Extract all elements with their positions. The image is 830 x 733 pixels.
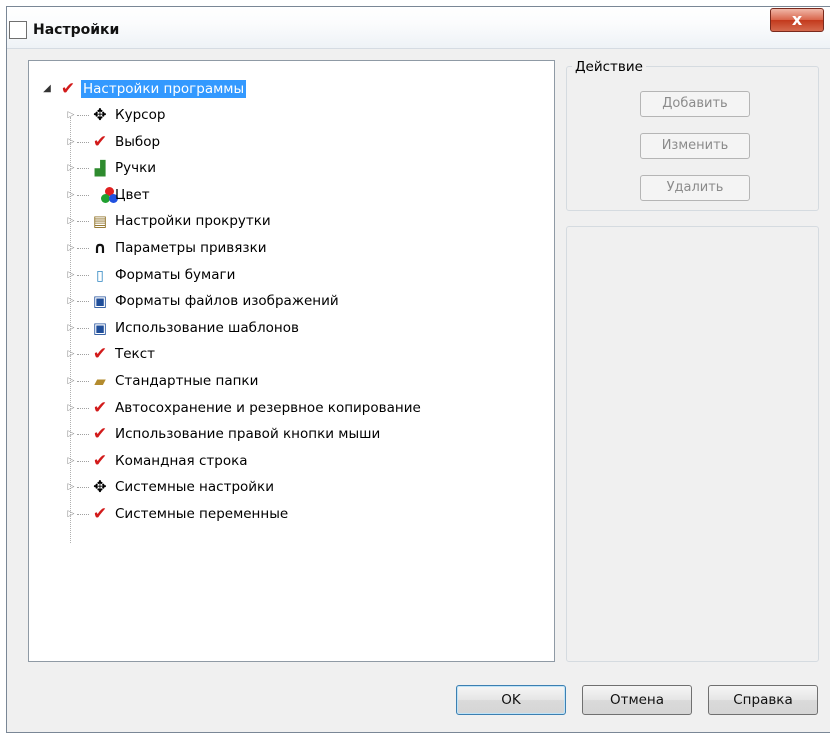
tree-node-label[interactable]: Ручки [113, 159, 158, 177]
color-icon [91, 186, 118, 204]
tree-connector [77, 514, 89, 515]
tree-connector [77, 460, 89, 462]
tree-connector [77, 168, 89, 170]
add-button[interactable]: Добавить [640, 91, 750, 117]
tree-connector [77, 301, 89, 303]
tree-node-label[interactable]: Настройки программы [81, 80, 247, 98]
window-icon [9, 21, 27, 39]
ok-button[interactable]: OK [456, 685, 566, 715]
tree-connector [77, 327, 89, 329]
grip-icon: ▟ [94, 161, 106, 178]
tree-node-label[interactable]: Системные переменные [113, 505, 290, 523]
tree-node-label[interactable]: Форматы файлов изображений [113, 292, 341, 310]
expand-arrow-icon[interactable]: ▷ [65, 136, 77, 148]
paper-icon: ▯ [96, 267, 104, 284]
expand-arrow-icon[interactable]: ▷ [65, 508, 77, 520]
checkmark-icon: ✔ [92, 397, 108, 418]
tree-node-label[interactable]: Курсор [113, 106, 167, 124]
tree-connector [77, 407, 89, 409]
checkmark-icon: ✔ [92, 504, 108, 524]
scroll-icon: ▤ [92, 212, 108, 231]
close-button[interactable]: x [770, 8, 824, 32]
expand-arrow-icon[interactable]: ▷ [65, 428, 77, 440]
tree-connector [77, 221, 89, 223]
cancel-button[interactable]: Отмена [582, 685, 692, 715]
expand-arrow-icon[interactable]: ▷ [65, 455, 77, 467]
expand-arrow-icon[interactable]: ▷ [65, 215, 77, 227]
tree-node-label[interactable]: Автосохранение и резервное копирование [113, 399, 423, 417]
tree-node-label[interactable]: Параметры привязки [113, 239, 269, 257]
tree-node-label[interactable]: Использование шаблонов [113, 319, 301, 337]
expand-arrow-icon[interactable]: ▷ [65, 242, 77, 254]
tree-connector [77, 248, 89, 249]
edit-button[interactable]: Изменить [640, 133, 750, 159]
checkmark-icon: ✔ [92, 450, 108, 471]
tree-connector [77, 141, 89, 143]
folder-icon: ▰ [94, 372, 106, 390]
expand-arrow-icon[interactable]: ▷ [65, 162, 77, 174]
tree-connector [77, 381, 89, 382]
expand-arrow-icon[interactable]: ▷ [65, 109, 77, 121]
tree-connector [77, 194, 89, 196]
tree-node-label[interactable]: Командная строка [113, 452, 250, 470]
checkmark-icon: ✔ [92, 344, 108, 365]
tree-connector [77, 354, 89, 356]
cursor-icon: ✥ [93, 105, 107, 124]
tree-connector [77, 434, 89, 436]
checkmark-icon: ✔ [60, 79, 76, 99]
expand-arrow-icon[interactable]: ▷ [65, 481, 77, 493]
window-title: Настройки [33, 22, 120, 38]
cursor-icon: ✥ [93, 477, 107, 497]
checkmark-icon: ✔ [92, 131, 108, 152]
collapse-arrow-icon[interactable]: ◢ [41, 83, 53, 95]
tree-node-label[interactable]: Цвет [113, 186, 152, 204]
settings-tree[interactable]: ◢ ✔ Настройки программы ▷ ✥ Курсор ▷ ✔ Выбор ▷… [28, 60, 555, 662]
delete-button[interactable]: Удалить [640, 175, 750, 201]
disk-icon: ▣ [92, 318, 108, 337]
tree-connector [77, 115, 89, 116]
tree-node-label[interactable]: Стандартные папки [113, 372, 260, 390]
description-panel [566, 226, 819, 662]
expand-arrow-icon[interactable]: ▷ [65, 322, 77, 334]
expand-arrow-icon[interactable]: ▷ [65, 348, 77, 360]
title-bar: Настройки [7, 7, 830, 49]
action-group-caption: Действие [572, 59, 646, 75]
magnet-icon: ∩ [93, 238, 107, 257]
tree-node-label[interactable]: Настройки прокрутки [113, 212, 273, 230]
tree-connector [77, 487, 89, 489]
help-button[interactable]: Справка [708, 685, 818, 715]
tree-node-label[interactable]: Системные настройки [113, 478, 276, 496]
expand-arrow-icon[interactable]: ▷ [65, 375, 77, 387]
disk-icon: ▣ [92, 292, 108, 311]
expand-arrow-icon[interactable]: ▷ [65, 189, 77, 201]
expand-arrow-icon[interactable]: ▷ [65, 269, 77, 281]
tree-node-label[interactable]: Выбор [113, 133, 162, 151]
tree-node-label[interactable]: Текст [113, 345, 157, 363]
tree-connector [77, 274, 89, 276]
expand-arrow-icon[interactable]: ▷ [65, 402, 77, 414]
checkmark-icon: ✔ [92, 424, 108, 445]
tree-node-label[interactable]: Форматы бумаги [113, 266, 237, 284]
tree-node-label[interactable]: Использование правой кнопки мыши [113, 425, 382, 443]
expand-arrow-icon[interactable]: ▷ [65, 295, 77, 307]
